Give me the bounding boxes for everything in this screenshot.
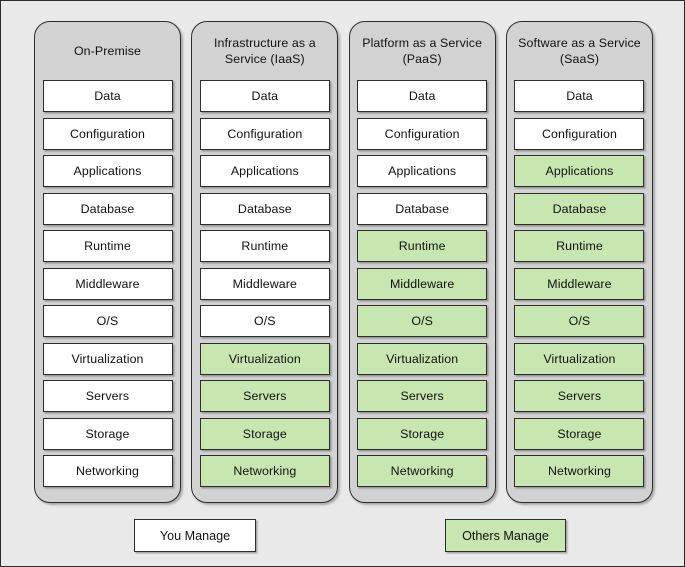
- layer-iaas-servers[interactable]: Servers: [199, 380, 330, 412]
- layer-saas-database[interactable]: Database: [514, 192, 645, 225]
- service-model-columns: On-Premise Data Configuration Applicatio…: [34, 21, 653, 503]
- layer-paas-servers[interactable]: Servers: [357, 380, 488, 412]
- layer-paas-middleware[interactable]: Middleware: [357, 267, 488, 300]
- legend-others-manage: Others Manage: [445, 519, 566, 552]
- layer-list-paas: Data Configuration Applications Database…: [357, 80, 488, 487]
- layer-list-on-premise: Data Configuration Applications Database…: [42, 80, 173, 487]
- layer-on-premise-storage[interactable]: Storage: [42, 417, 173, 450]
- column-title-saas: Software as a Service (SaaS): [518, 35, 641, 67]
- layer-on-premise-networking[interactable]: Networking: [42, 455, 173, 487]
- layer-on-premise-database[interactable]: Database: [42, 192, 173, 225]
- layer-iaas-storage[interactable]: Storage: [199, 417, 330, 450]
- layer-paas-virtualization[interactable]: Virtualization: [357, 342, 488, 375]
- layer-iaas-runtime[interactable]: Runtime: [199, 230, 330, 262]
- layer-saas-servers[interactable]: Servers: [514, 380, 645, 412]
- column-on-premise[interactable]: On-Premise Data Configuration Applicatio…: [34, 21, 181, 503]
- column-saas[interactable]: Software as a Service (SaaS) Data Config…: [505, 21, 653, 503]
- layer-paas-networking[interactable]: Networking: [357, 455, 488, 487]
- layer-paas-runtime[interactable]: Runtime: [357, 230, 488, 262]
- layer-iaas-os[interactable]: O/S: [199, 305, 330, 337]
- column-title-on-premise: On-Premise: [73, 43, 142, 58]
- layer-saas-applications[interactable]: Applications: [514, 155, 645, 187]
- layer-iaas-virtualization[interactable]: Virtualization: [199, 342, 330, 375]
- layer-on-premise-data[interactable]: Data: [42, 80, 173, 112]
- layer-iaas-data[interactable]: Data: [199, 80, 330, 112]
- layer-paas-data[interactable]: Data: [357, 80, 488, 112]
- layer-saas-configuration[interactable]: Configuration: [514, 117, 645, 150]
- layer-iaas-database[interactable]: Database: [199, 192, 330, 225]
- layer-paas-applications[interactable]: Applications: [357, 155, 488, 187]
- layer-iaas-networking[interactable]: Networking: [199, 455, 330, 487]
- layer-paas-storage[interactable]: Storage: [357, 417, 488, 450]
- layer-on-premise-middleware[interactable]: Middleware: [42, 267, 173, 300]
- layer-saas-networking[interactable]: Networking: [514, 455, 645, 487]
- layer-on-premise-virtualization[interactable]: Virtualization: [42, 342, 173, 375]
- layer-on-premise-applications[interactable]: Applications: [42, 155, 173, 187]
- column-title-iaas: Infrastructure as a Service (IaaS): [213, 35, 316, 67]
- layer-saas-middleware[interactable]: Middleware: [514, 267, 645, 300]
- layer-on-premise-configuration[interactable]: Configuration: [42, 117, 173, 150]
- layer-paas-database[interactable]: Database: [357, 192, 488, 225]
- layer-paas-os[interactable]: O/S: [357, 305, 488, 337]
- layer-saas-data[interactable]: Data: [514, 80, 645, 112]
- layer-iaas-middleware[interactable]: Middleware: [199, 267, 330, 300]
- layer-iaas-configuration[interactable]: Configuration: [199, 117, 330, 150]
- column-paas[interactable]: Platform as a Service (PaaS) Data Config…: [348, 21, 496, 503]
- legend-you-manage: You Manage: [134, 519, 256, 552]
- column-title-paas: Platform as a Service (PaaS): [362, 35, 483, 67]
- layer-saas-runtime[interactable]: Runtime: [514, 230, 645, 262]
- layer-paas-configuration[interactable]: Configuration: [357, 117, 488, 150]
- layer-saas-virtualization[interactable]: Virtualization: [514, 342, 645, 375]
- layer-on-premise-runtime[interactable]: Runtime: [42, 230, 173, 262]
- layer-list-iaas: Data Configuration Applications Database…: [199, 80, 330, 487]
- diagram-frame: On-Premise Data Configuration Applicatio…: [0, 0, 685, 567]
- layer-saas-storage[interactable]: Storage: [514, 417, 645, 450]
- layer-on-premise-os[interactable]: O/S: [42, 305, 173, 337]
- layer-iaas-applications[interactable]: Applications: [199, 155, 330, 187]
- layer-on-premise-servers[interactable]: Servers: [42, 380, 173, 412]
- column-iaas[interactable]: Infrastructure as a Service (IaaS) Data …: [191, 21, 339, 503]
- layer-saas-os[interactable]: O/S: [514, 305, 645, 337]
- layer-list-saas: Data Configuration Applications Database…: [514, 80, 645, 487]
